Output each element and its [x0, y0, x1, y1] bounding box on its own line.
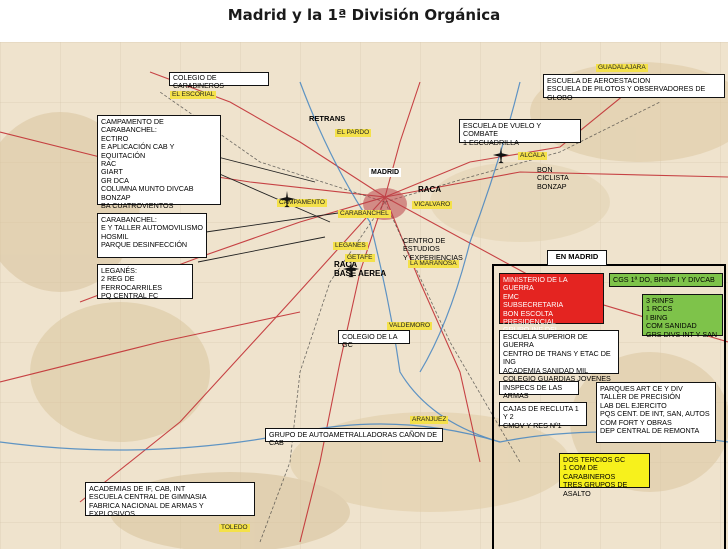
city-toledo: TOLEDO — [219, 524, 250, 532]
page-title: Madrid y la 1ª División Orgánica — [227, 6, 501, 24]
label-madrid-map: MADRID — [369, 168, 401, 177]
label-retrans: RETRANS — [309, 114, 346, 123]
box-leganes: LEGANÉS: 2 REG DE FERROCARRILES PQ CENTR… — [97, 264, 193, 300]
city-carabanchel: CARABANCHEL — [338, 210, 391, 218]
city-vicalvaro: VICALVARO — [412, 201, 453, 209]
city-valdemoro: VALDEMORO — [387, 322, 433, 330]
label-raca-east: RACA — [418, 185, 442, 194]
box-aerostacion: ESCUELA DE AEROESTACION ESCUELA DE PILOT… — [543, 74, 725, 102]
box-parques: PARQUES ART CE Y DIV TALLER DE PRECISIÓN… — [596, 382, 716, 443]
box-bon-ciclista: BON CICLISTA BONZAP — [537, 165, 569, 191]
airplane-icon — [342, 260, 360, 278]
box-ministerio: MINISTERIO DE LA GUERRA EMC SUBSECRETARI… — [499, 273, 604, 343]
box-rinfs: 3 RINFs 1 RCCs I BING COM SANIDAD GRs DI… — [642, 294, 723, 338]
city-el-pardo: EL PARDO — [335, 129, 372, 137]
city-leganes: LEGANES — [333, 242, 368, 250]
city-el-escorial: EL ESCORIAL — [170, 91, 217, 99]
box-tercios: DOS TERCIOS GC 1 COM DE CARABINEROS TRES… — [559, 453, 650, 497]
box-inspecs: INSPECs DE LAS ARMAS — [499, 381, 579, 400]
box-colegio-gc: COLEGIO DE LA GC — [338, 330, 410, 349]
box-cajas: CAJAS DE RECLUTA 1 Y 2 CMOV Y RES Nº1 — [499, 402, 587, 430]
box-centro-estudios: CENTRO DE ESTUDIOS Y EXPERIENCIAS — [403, 236, 463, 262]
box-carabanchel: CARABANCHEL: E Y TALLER AUTOMOVILISMO HO… — [97, 213, 207, 258]
box-escuela-superior: ESCUELA SUPERIOR DE GUERRA CENTRO DE TRA… — [499, 330, 619, 391]
box-colegio-carabineros: COLEGIO DE CARABINEROS — [169, 72, 269, 90]
city-alcala: ALCALA — [518, 152, 547, 160]
map-canvas[interactable]: RETRANS RACA RACA BASE AEREA MADRID EL E… — [0, 42, 728, 549]
en-madrid-heading: EN MADRID — [547, 250, 607, 266]
airplane-icon — [278, 190, 296, 208]
city-guadalajara: GUADALAJARA — [596, 64, 648, 72]
airplane-icon — [492, 146, 510, 164]
box-vuelo-combate: ESCUELA DE VUELO Y COMBATE 1 ESCUADRILLA — [459, 119, 581, 147]
box-campamento-carabanchel: CAMPAMENTO DE CARABANCHEL: ECTIRO E APLI… — [97, 115, 221, 210]
city-aranjuez: ARANJUEZ — [410, 416, 449, 424]
box-cgs: CGs 1ª DO, BRINF I Y DIVCAB — [609, 273, 723, 287]
box-academias: ACADEMIAS DE IF, CAB, INT ESCUELA CENTRA… — [85, 482, 255, 518]
box-autoametralladoras: GRUPO DE AUTOAMETRALLADORAS CAÑON DE CAB — [265, 428, 443, 447]
